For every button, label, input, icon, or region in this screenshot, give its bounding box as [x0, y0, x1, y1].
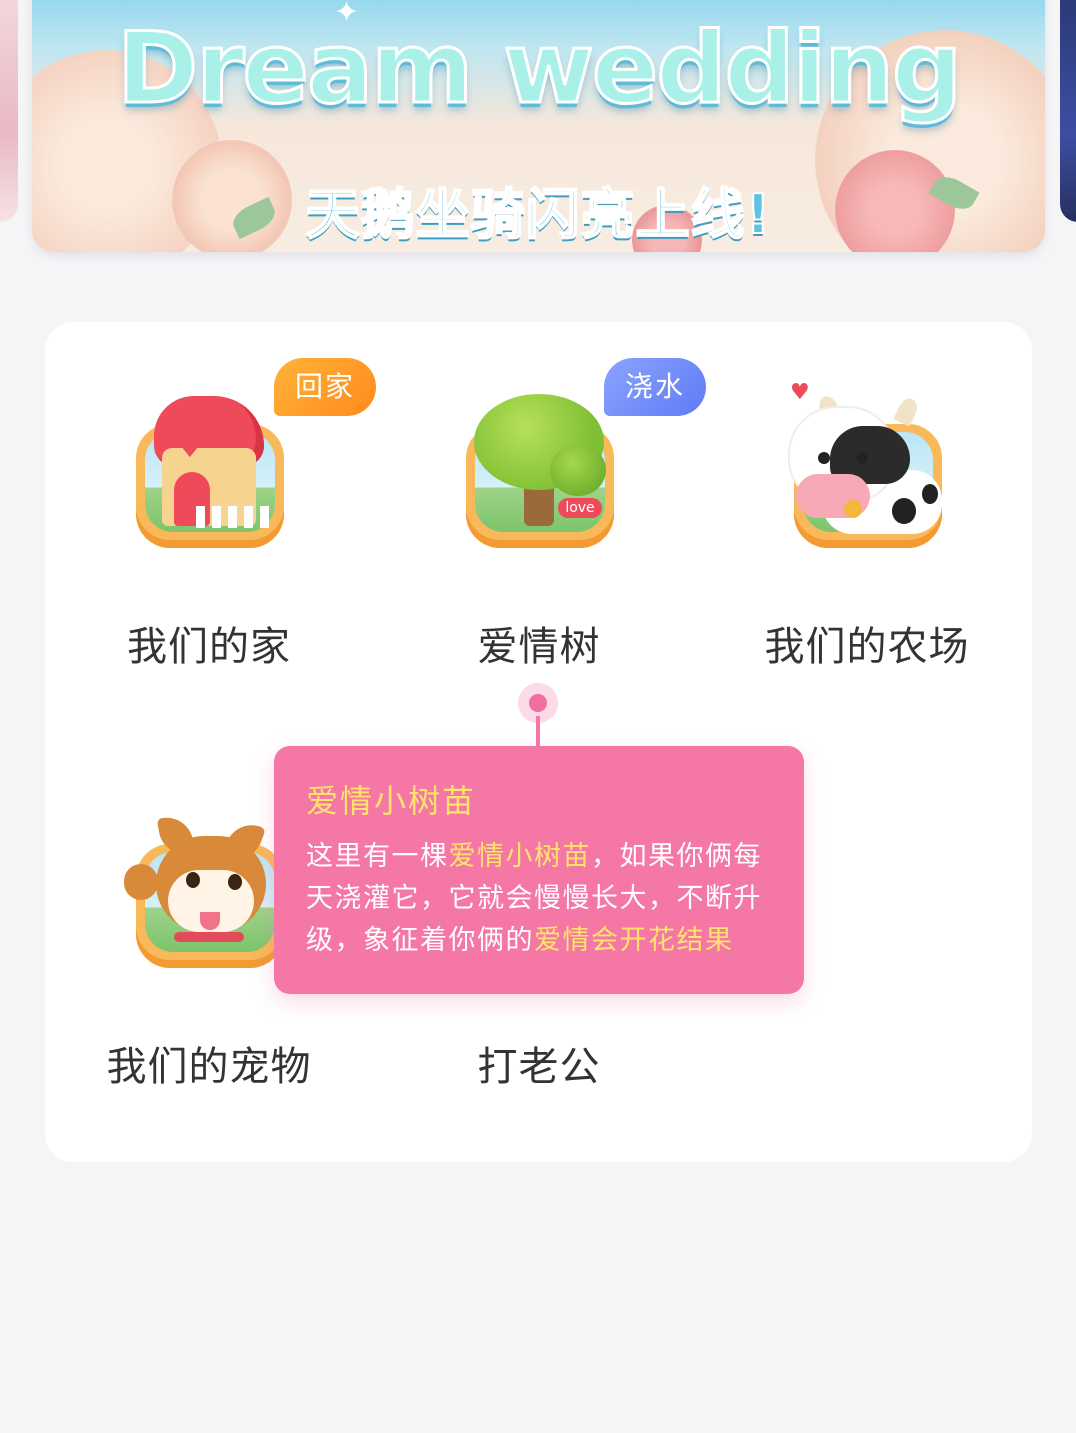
- guide-tooltip[interactable]: 爱情小树苗 这里有一棵爱情小树苗，如果你俩每天浇灌它，它就会慢慢长大，不断升级，…: [274, 746, 804, 994]
- tooltip-highlight: 爱情会开花结果: [534, 925, 734, 956]
- feature-label: 我们的农场: [764, 624, 970, 670]
- badge-go-home[interactable]: 回家: [274, 358, 376, 416]
- badge-water[interactable]: 浇水: [604, 358, 706, 416]
- tooltip-highlight: 爱情小树苗: [448, 841, 591, 872]
- tooltip-title: 爱情小树苗: [306, 782, 477, 820]
- feature-label: 我们的家: [127, 624, 291, 670]
- tooltip-body: 这里有一棵爱情小树苗，如果你俩每天浇灌它，它就会慢慢长大，不断升级，象征着你俩的…: [306, 836, 772, 962]
- tooltip-text: 这里有一棵: [306, 841, 449, 872]
- love-tree-icon: love 浇水: [454, 358, 706, 558]
- feature-label: 我们的宠物: [106, 1044, 312, 1090]
- banner-title: Dream wedding: [115, 11, 963, 128]
- tooltip-connector: [536, 716, 540, 750]
- shiba-dog-icon: [124, 808, 294, 978]
- feature-our-home[interactable]: ♥ 回家 我们的家: [59, 358, 376, 672]
- cow-farm-icon: ♥: [782, 380, 952, 558]
- feature-our-farm[interactable]: ♥ 我们的农场: [717, 380, 1017, 672]
- promo-banner[interactable]: ✦ Dream wedding 天鹅坐骑闪亮上线!: [32, 0, 1045, 252]
- feature-love-tree[interactable]: love 浇水 爱情树: [389, 358, 706, 672]
- house-icon: ♥ 回家: [124, 358, 376, 558]
- feature-label: 打老公: [477, 1044, 601, 1090]
- carousel-next-banner[interactable]: [1060, 0, 1076, 222]
- feature-label: 爱情树: [477, 624, 601, 670]
- banner-subtitle: 天鹅坐骑闪亮上线!: [305, 182, 772, 247]
- carousel-prev-banner[interactable]: [0, 0, 18, 222]
